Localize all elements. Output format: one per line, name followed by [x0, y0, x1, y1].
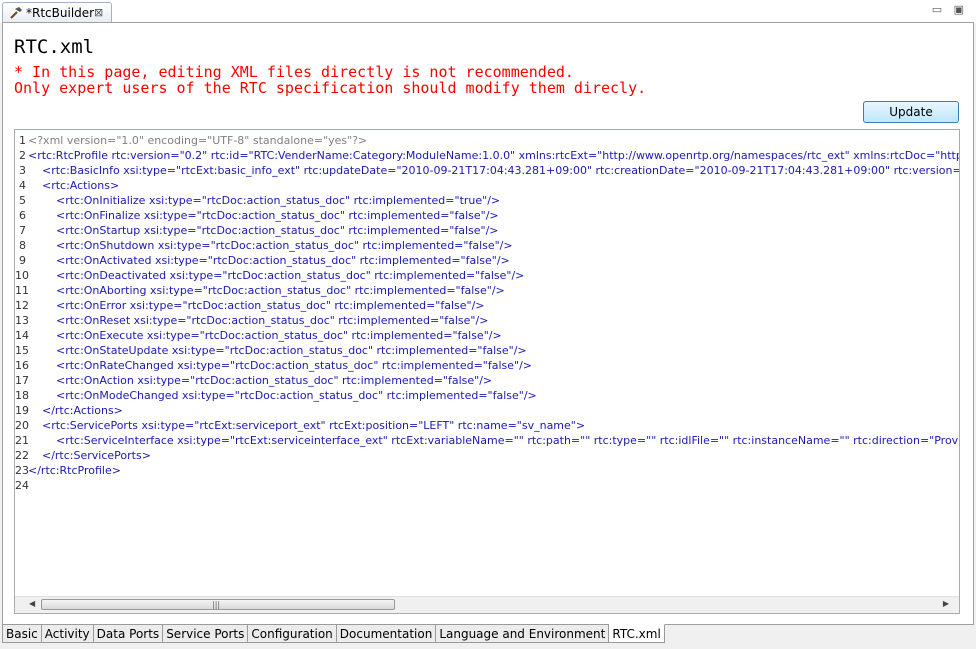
code-text: <rtc:OnStateUpdate xsi:type="rtcDoc:acti…: [28, 344, 527, 357]
bottom-tab-rtc-xml[interactable]: RTC.xml: [609, 624, 665, 643]
editor-tab-bar: *RtcBuilder ⊠ ▭ ▣: [0, 0, 976, 23]
line-number: 18: [15, 389, 29, 402]
code-text: <rtc:OnError xsi:type="rtcDoc:action_sta…: [28, 299, 485, 312]
bottom-tab-language-and-environment[interactable]: Language and Environment: [436, 624, 610, 643]
bottom-tab-activity[interactable]: Activity: [41, 624, 94, 643]
line-number: 3: [19, 164, 26, 177]
warning-text-line2: Only expert users of the RTC specificati…: [14, 79, 647, 97]
scroll-left-icon[interactable]: ◀: [29, 599, 35, 608]
horizontal-scrollbar[interactable]: ◀ ||| ▶: [15, 596, 959, 613]
code-text: <rtc:OnRateChanged xsi:type="rtcDoc:acti…: [28, 359, 533, 372]
code-line: 22 </rtc:ServicePorts>: [15, 448, 955, 463]
code-line: 3 <rtc:BasicInfo xsi:type="rtcExt:basic_…: [15, 163, 959, 178]
code-line: 18 <rtc:OnModeChanged xsi:type="rtcDoc:a…: [15, 388, 955, 403]
line-number: 22: [15, 449, 29, 462]
xml-editor[interactable]: 1 <?xml version="1.0" encoding="UTF-8" st…: [14, 129, 960, 614]
line-number: 20: [15, 419, 29, 432]
code-text: <rtc:OnAction xsi:type="rtcDoc:action_st…: [28, 374, 493, 387]
code-line: 7 <rtc:OnStartup xsi:type="rtcDoc:action…: [15, 223, 955, 238]
code-text: <rtc:ServiceInterface xsi:type="rtcExt:s…: [28, 434, 960, 447]
code-line: 10 <rtc:OnDeactivated xsi:type="rtcDoc:a…: [15, 268, 955, 283]
line-number: 4: [19, 179, 26, 192]
code-line: 14 <rtc:OnExecute xsi:type="rtcDoc:actio…: [15, 328, 955, 343]
code-line: 2 <rtc:RtcProfile rtc:version="0.2" rtc:i…: [15, 148, 959, 163]
bottom-tab-bar: Basic Activity Data Ports Service Ports Conf…: [2, 624, 665, 644]
code-text: <rtc:RtcProfile rtc:version="0.2" rtc:id…: [28, 149, 960, 162]
editor-tab-title: *RtcBuilder: [26, 6, 95, 20]
line-number: 9: [19, 254, 26, 267]
code-text: </rtc:RtcProfile>: [28, 464, 121, 477]
scroll-right-icon[interactable]: ▶: [943, 599, 949, 608]
hammer-icon: [10, 7, 22, 19]
code-text: <?xml version="1.0" encoding="UTF-8" sta…: [28, 134, 368, 147]
bottom-tab-data-ports[interactable]: Data Ports: [93, 624, 164, 643]
code-text: </rtc:Actions>: [28, 404, 123, 417]
bottom-tab-service-ports[interactable]: Service Ports: [163, 624, 249, 643]
line-number: 1: [19, 134, 26, 147]
bottom-tab-documentation[interactable]: Documentation: [336, 624, 437, 643]
line-number: 14: [15, 329, 29, 342]
code-line: 15 <rtc:OnStateUpdate xsi:type="rtcDoc:a…: [15, 343, 955, 358]
scrollbar-grip: |||: [212, 600, 221, 609]
bottom-tab-basic[interactable]: Basic: [2, 624, 42, 643]
code-line: 5 <rtc:OnInitialize xsi:type="rtcDoc:act…: [15, 193, 955, 208]
bottom-tab-configuration[interactable]: Configuration: [248, 624, 337, 643]
code-line: 16 <rtc:OnRateChanged xsi:type="rtcDoc:a…: [15, 358, 955, 373]
update-button[interactable]: Update: [863, 101, 959, 123]
code-line: 4 <rtc:Actions>: [15, 178, 955, 193]
editor-tab-rtcbuilder[interactable]: *RtcBuilder ⊠: [2, 2, 112, 22]
code-text: <rtc:OnReset xsi:type="rtcDoc:action_sta…: [28, 314, 489, 327]
line-number: 12: [15, 299, 29, 312]
line-number: 23: [15, 464, 29, 477]
line-number: 13: [15, 314, 29, 327]
line-number: 6: [19, 209, 26, 222]
code-line: 11 <rtc:OnAborting xsi:type="rtcDoc:acti…: [15, 283, 955, 298]
code-text: <rtc:OnDeactivated xsi:type="rtcDoc:acti…: [28, 269, 525, 282]
close-icon[interactable]: ⊠: [94, 3, 103, 23]
code-text: <rtc:OnStartup xsi:type="rtcDoc:action_s…: [28, 224, 499, 237]
line-number: 8: [19, 239, 26, 252]
code-line: 20 <rtc:ServicePorts xsi:type="rtcExt:se…: [15, 418, 955, 433]
line-number: 10: [15, 269, 29, 282]
code-line: 9 <rtc:OnActivated xsi:type="rtcDoc:acti…: [15, 253, 955, 268]
page-title: RTC.xml: [14, 36, 95, 58]
code-line: 17 <rtc:OnAction xsi:type="rtcDoc:action…: [15, 373, 955, 388]
code-text: <rtc:OnInitialize xsi:type="rtcDoc:actio…: [28, 194, 501, 207]
code-line: 19 </rtc:Actions>: [15, 403, 955, 418]
code-text: <rtc:OnActivated xsi:type="rtcDoc:action…: [28, 254, 510, 267]
code-text: <rtc:OnExecute xsi:type="rtcDoc:action_s…: [28, 329, 502, 342]
code-line: 24: [15, 478, 955, 493]
line-number: 19: [15, 404, 29, 417]
code-line: 6 <rtc:OnFinalize xsi:type="rtcDoc:actio…: [15, 208, 955, 223]
line-number: 16: [15, 359, 29, 372]
line-number: 17: [15, 374, 29, 387]
code-lines: 1 <?xml version="1.0" encoding="UTF-8" st…: [15, 133, 959, 493]
line-number: 11: [15, 284, 29, 297]
code-line: 12 <rtc:OnError xsi:type="rtcDoc:action_…: [15, 298, 955, 313]
code-line: 8 <rtc:OnShutdown xsi:type="rtcDoc:actio…: [15, 238, 955, 253]
line-number: 2: [19, 149, 26, 162]
code-text: <rtc:OnShutdown xsi:type="rtcDoc:action_…: [28, 239, 513, 252]
editor-content: RTC.xml * In this page, editing XML file…: [2, 22, 974, 625]
line-number: 7: [19, 224, 26, 237]
line-number: 15: [15, 344, 29, 357]
code-text: <rtc:OnModeChanged xsi:type="rtcDoc:acti…: [28, 389, 537, 402]
code-line: 23 </rtc:RtcProfile>: [15, 463, 955, 478]
code-text: <rtc:BasicInfo xsi:type="rtcExt:basic_in…: [28, 164, 960, 177]
scrollbar-thumb[interactable]: |||: [41, 599, 395, 610]
minimize-maximize-icons[interactable]: ▭ ▣: [932, 3, 968, 16]
code-line: 21 <rtc:ServiceInterface xsi:type="rtcEx…: [15, 433, 959, 448]
line-number: 5: [19, 194, 26, 207]
code-text: <rtc:ServicePorts xsi:type="rtcExt:servi…: [28, 419, 586, 432]
code-text: </rtc:ServicePorts>: [28, 449, 151, 462]
line-number: 21: [15, 434, 29, 447]
code-line: 13 <rtc:OnReset xsi:type="rtcDoc:action_…: [15, 313, 955, 328]
code-text: <rtc:OnFinalize xsi:type="rtcDoc:action_…: [28, 209, 499, 222]
code-text: <rtc:Actions>: [28, 179, 120, 192]
code-line: 1 <?xml version="1.0" encoding="UTF-8" st…: [15, 133, 955, 148]
line-number: 24: [15, 479, 29, 492]
code-text: <rtc:OnAborting xsi:type="rtcDoc:action_…: [28, 284, 505, 297]
